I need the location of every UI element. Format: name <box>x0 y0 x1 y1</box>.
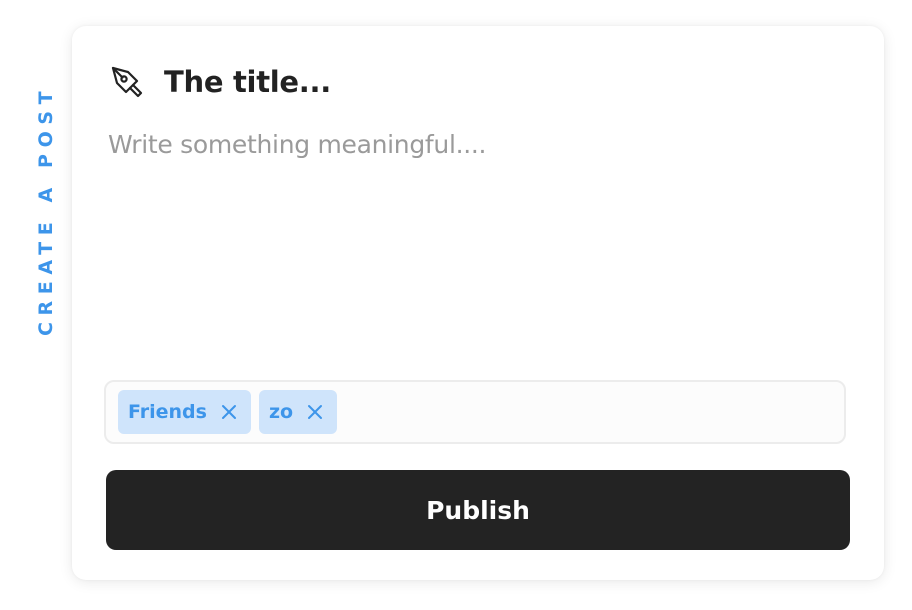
title-input[interactable]: The title... <box>164 65 331 99</box>
pen-nib-icon <box>108 63 146 101</box>
title-row: The title... <box>108 60 331 104</box>
tag-label: zo <box>268 401 294 423</box>
tags-input[interactable]: Friends zo <box>104 380 846 444</box>
create-post-side-label: CREATE A POST <box>35 84 57 336</box>
create-post-card: The title... Write something meaningful.… <box>72 26 884 580</box>
tag-chip: Friends <box>118 390 251 434</box>
tag-label: Friends <box>128 401 207 423</box>
body-textarea[interactable]: Write something meaningful.... <box>108 130 848 370</box>
tag-chip: zo <box>258 390 338 434</box>
close-icon[interactable] <box>305 402 325 422</box>
close-icon[interactable] <box>219 402 239 422</box>
create-post-page: CREATE A POST The title... Write somethi… <box>0 0 912 610</box>
publish-button[interactable]: Publish <box>106 470 850 550</box>
